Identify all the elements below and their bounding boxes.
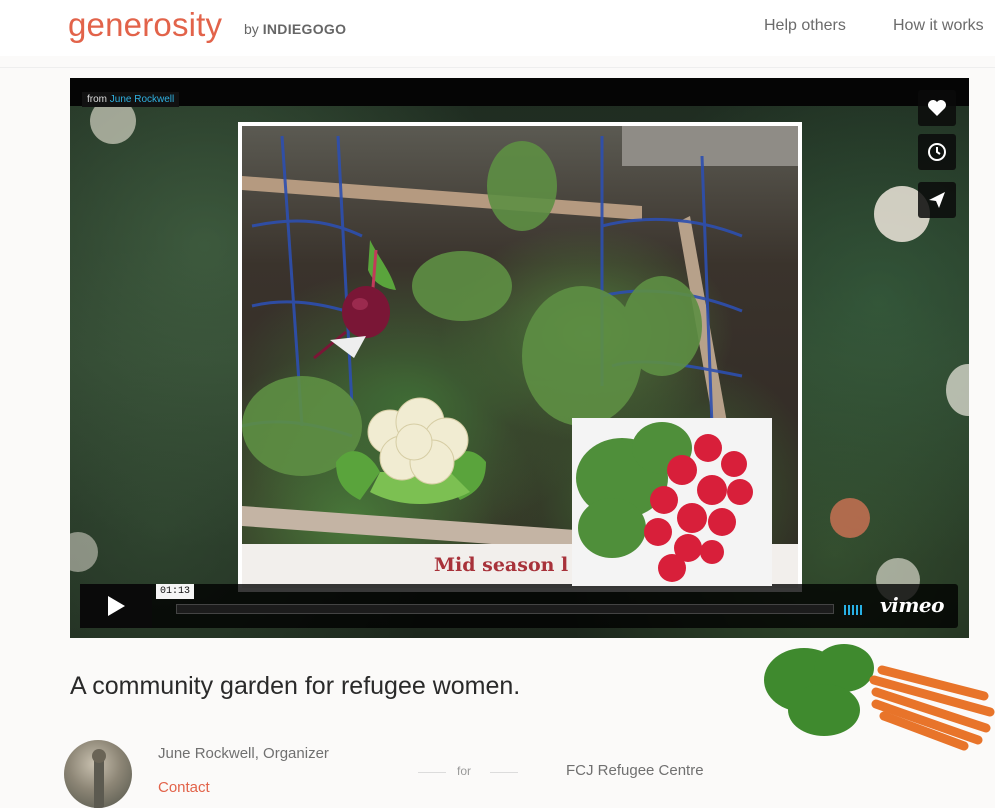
bokeh-light xyxy=(830,498,870,538)
logo[interactable]: generosity xyxy=(68,6,222,44)
for-divider-left xyxy=(418,772,446,773)
logo-by-prefix: by xyxy=(244,21,259,37)
organizer-name[interactable]: June Rockwell, Organizer xyxy=(158,745,329,762)
nav-how-it-works[interactable]: How it works xyxy=(893,17,995,35)
beneficiary-name[interactable]: FCJ Refugee Centre xyxy=(566,762,704,779)
organizer-avatar[interactable] xyxy=(64,740,132,808)
cauliflower-sticker xyxy=(336,397,486,504)
heart-icon xyxy=(928,100,946,116)
logo-byline: by INDIEGOGO xyxy=(244,21,346,37)
play-button[interactable] xyxy=(80,584,152,628)
logo-by-brand: INDIEGOGO xyxy=(262,21,347,37)
play-icon xyxy=(108,596,125,616)
campaign-title: A community garden for refugee women. xyxy=(70,672,521,700)
for-divider-right xyxy=(490,772,518,773)
beet-sticker xyxy=(313,240,396,360)
video-from-prefix: from xyxy=(87,94,107,105)
for-label: for xyxy=(457,764,472,778)
video-author-link[interactable]: June Rockwell xyxy=(110,94,174,105)
clock-icon xyxy=(928,143,946,161)
vimeo-logo[interactable]: vimeo xyxy=(880,593,944,617)
video-controls: 01:13 vimeo xyxy=(80,584,958,628)
radish-sticker xyxy=(572,418,772,586)
nav-help-others[interactable]: Help others xyxy=(764,17,846,35)
video-player[interactable]: from June Rockwell Mid season l 01:13 vi… xyxy=(70,78,969,638)
site-header: generosity by INDIEGOGO Help others How … xyxy=(0,0,995,56)
watch-later-button[interactable] xyxy=(918,134,956,170)
send-icon xyxy=(929,192,945,208)
volume-control[interactable] xyxy=(844,602,864,620)
video-byline: from June Rockwell xyxy=(82,92,180,107)
progress-bar[interactable] xyxy=(176,604,834,614)
video-timestamp: 01:13 xyxy=(156,584,195,599)
video-top-bar xyxy=(70,78,969,106)
share-button[interactable] xyxy=(918,182,956,218)
carrot-sticker xyxy=(764,644,995,751)
contact-link[interactable]: Contact xyxy=(158,779,210,796)
like-button[interactable] xyxy=(918,90,956,126)
header-divider xyxy=(0,67,995,68)
video-caption: Mid season l xyxy=(434,554,569,576)
